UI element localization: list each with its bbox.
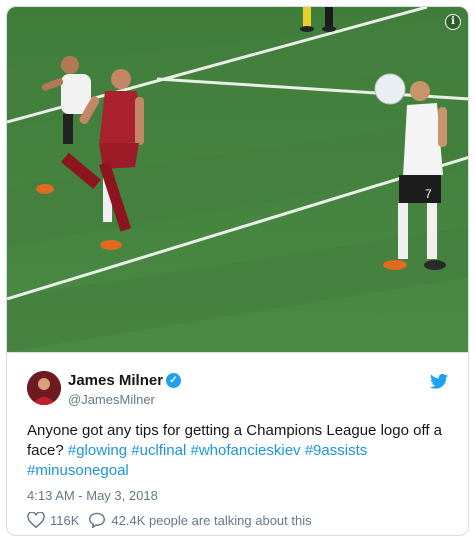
tweet-timestamp[interactable]: 4:13 AM - May 3, 2018 (27, 488, 158, 503)
tweet-text: Anyone got any tips for getting a Champi… (27, 421, 452, 481)
tweet-body: James Milner ✓ @JamesMilner Anyone got a… (7, 352, 468, 535)
tweet-actions: 116K 42.4K people are talking about this (27, 512, 321, 528)
football-photo: 7 (7, 7, 468, 352)
jersey-number: 7 (425, 187, 432, 201)
verified-badge-icon: ✓ (166, 373, 181, 388)
reply-button[interactable]: 42.4K people are talking about this (88, 512, 312, 528)
hashtag-link[interactable]: #9assists (305, 442, 368, 459)
display-name[interactable]: James Milner (68, 372, 163, 389)
like-count: 116K (50, 512, 80, 528)
embedded-tweet-card: 7 i James Milner ✓ @JamesMilner Anyone g… (6, 6, 469, 536)
hashtag-link[interactable]: #minusonegoal (27, 462, 129, 479)
info-icon[interactable]: i (445, 14, 461, 30)
hashtag-link[interactable]: #whofancieskiev (190, 442, 300, 459)
user-handle[interactable]: @JamesMilner (68, 392, 155, 407)
reply-bubble-icon (89, 512, 106, 528)
heart-icon (27, 512, 45, 528)
tweet-media-photo[interactable]: 7 i (7, 7, 468, 352)
avatar-image (27, 371, 61, 405)
hashtag-link[interactable]: #glowing (68, 442, 127, 459)
like-button[interactable]: 116K (27, 512, 79, 528)
talking-about-text: 42.4K people are talking about this (111, 512, 312, 528)
twitter-bird-icon[interactable] (430, 374, 448, 389)
avatar[interactable] (27, 371, 61, 405)
hashtag-link[interactable]: #uclfinal (131, 442, 186, 459)
